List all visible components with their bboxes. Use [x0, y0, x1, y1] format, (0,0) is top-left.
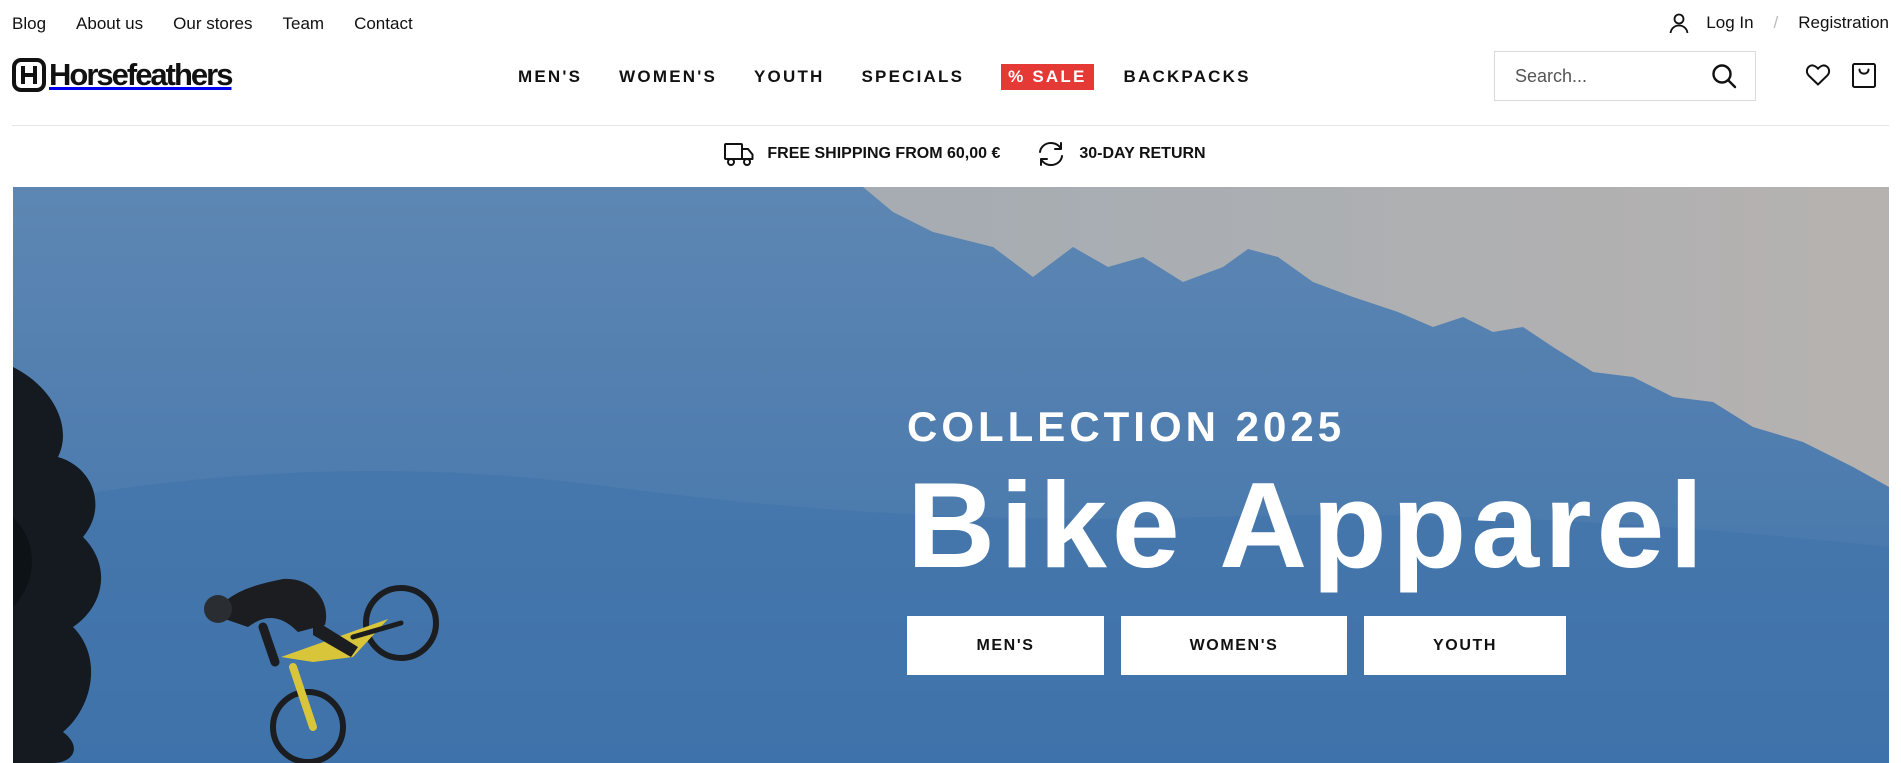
registration-link[interactable]: Registration [1798, 13, 1889, 33]
hero-mens-button[interactable]: MEN'S [907, 616, 1104, 675]
hero-text: COLLECTION 2025 Bike Apparel [907, 403, 1709, 593]
main-navigation: MEN'S WOMEN'S YOUTH SPECIALS % SALE BACK… [518, 64, 1288, 90]
user-icon[interactable] [1668, 12, 1690, 34]
nav-specials[interactable]: SPECIALS [862, 67, 965, 87]
link-blog[interactable]: Blog [12, 14, 46, 34]
hero-buttons: MEN'S WOMEN'S YOUTH [907, 616, 1583, 675]
search-input[interactable] [1515, 65, 1711, 87]
logo-mark-icon [12, 58, 46, 92]
search-icon[interactable] [1711, 63, 1737, 89]
free-shipping-text: FREE SHIPPING FROM 60,00 € [767, 145, 1001, 162]
login-link[interactable]: Log In [1706, 13, 1753, 33]
utility-links: Blog About us Our stores Team Contact [12, 14, 413, 34]
hero-kicker: COLLECTION 2025 [907, 403, 1346, 450]
nav-mens[interactable]: MEN'S [518, 67, 582, 87]
return-benefit: 30-DAY RETURN [1035, 140, 1206, 168]
nav-sale[interactable]: % SALE [1001, 64, 1094, 90]
heart-icon[interactable] [1805, 62, 1831, 88]
nav-youth[interactable]: YOUTH [754, 67, 825, 87]
link-contact[interactable]: Contact [354, 14, 413, 34]
link-team[interactable]: Team [283, 14, 325, 34]
account-links: Log In / Registration [1668, 12, 1889, 34]
header-divider [12, 125, 1889, 126]
hero-womens-button[interactable]: WOMEN'S [1121, 616, 1347, 675]
link-about-us[interactable]: About us [76, 14, 143, 34]
return-arrows-icon [1035, 140, 1067, 168]
hero-headline: Bike Apparel [907, 457, 1709, 593]
account-separator: / [1773, 13, 1779, 32]
hero-youth-button[interactable]: YOUTH [1364, 616, 1566, 675]
return-text: 30-DAY RETURN [1079, 145, 1206, 162]
nav-backpacks[interactable]: BACKPACKS [1124, 67, 1251, 87]
nav-womens[interactable]: WOMEN'S [619, 67, 717, 87]
free-shipping-benefit: FREE SHIPPING FROM 60,00 € [723, 140, 1000, 168]
shopping-bag-icon[interactable] [1851, 61, 1877, 89]
benefits-bar: FREE SHIPPING FROM 60,00 € 30-DAY RETURN [0, 140, 1901, 168]
link-our-stores[interactable]: Our stores [173, 14, 252, 34]
logo-wordmark: Horsefeathers [49, 57, 233, 92]
brand-logo[interactable]: Horsefeathers [12, 57, 233, 93]
search-box [1494, 51, 1756, 101]
utility-bar: Blog About us Our stores Team Contact Lo… [0, 0, 1901, 48]
truck-icon [723, 140, 755, 168]
hero-banner: COLLECTION 2025 Bike Apparel MEN'S WOMEN… [13, 187, 1889, 763]
